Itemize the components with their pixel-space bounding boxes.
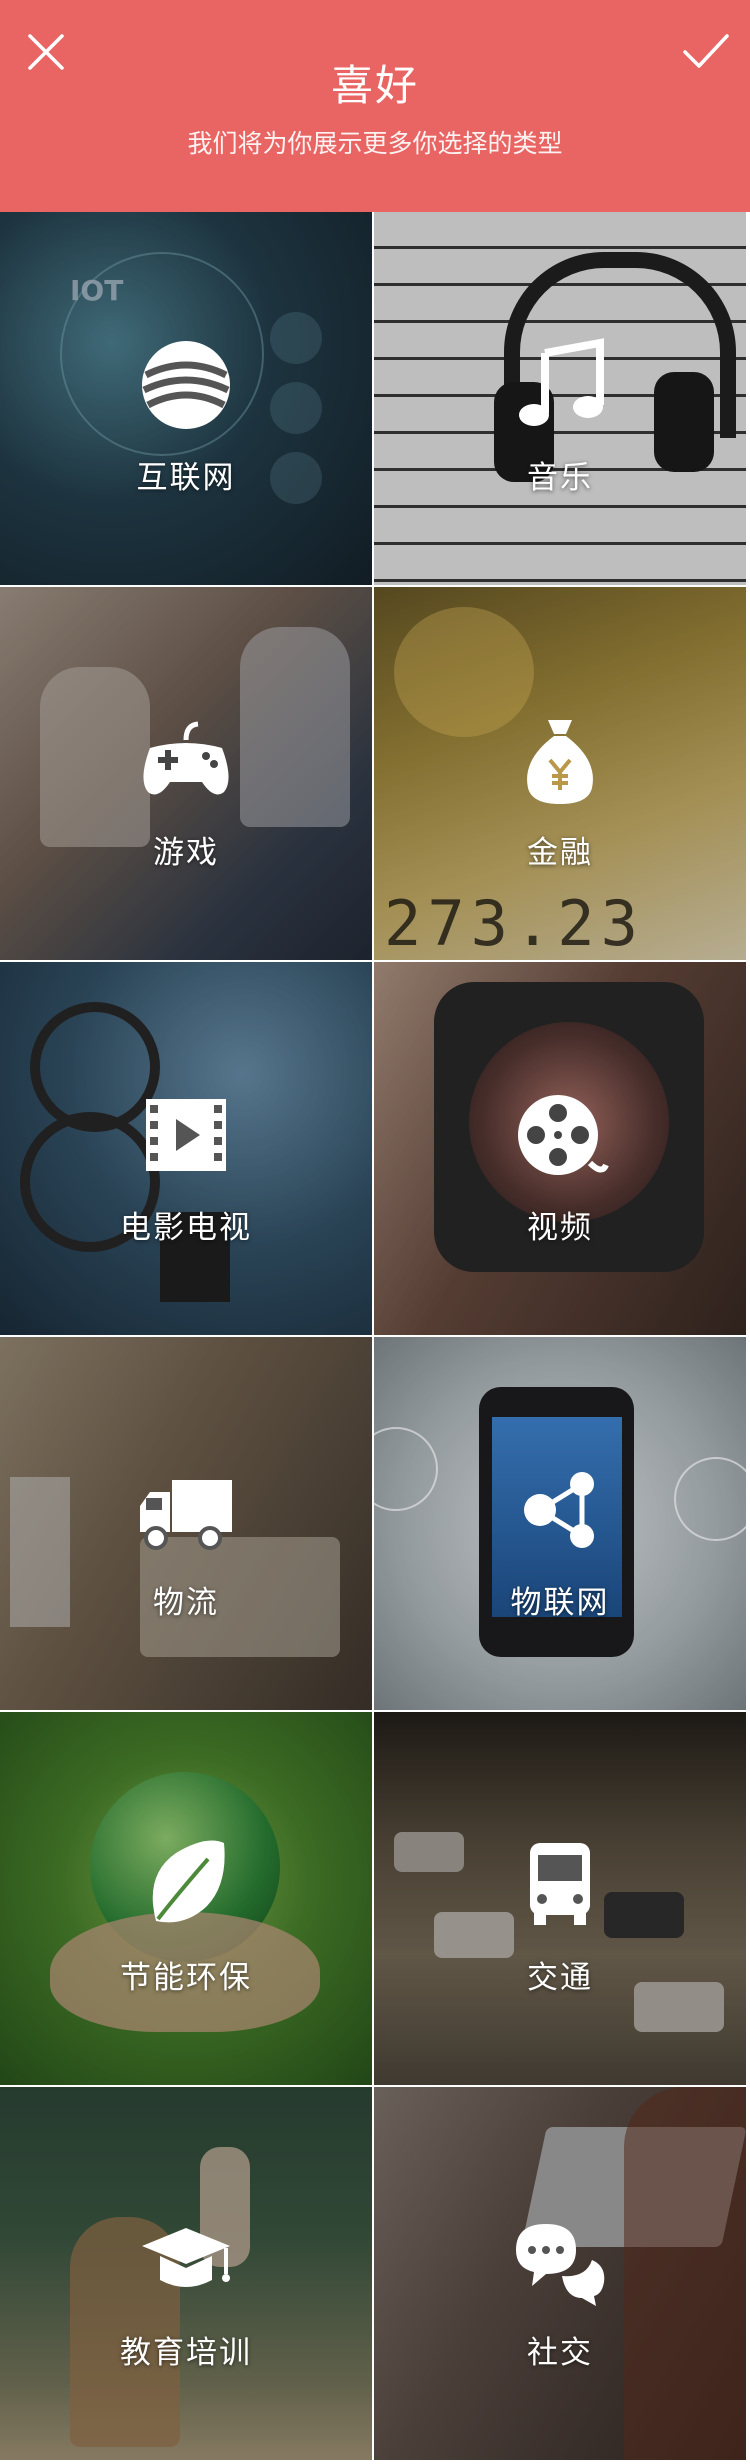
music-note-icon — [505, 330, 615, 440]
internet-globe-icon — [131, 330, 241, 440]
check-icon — [683, 34, 729, 68]
page-subtitle: 我们将为你展示更多你选择的类型 — [187, 129, 563, 158]
category-tile-film-tv[interactable]: 电影电视 — [0, 962, 372, 1335]
category-tile-video[interactable]: 视频 — [374, 962, 746, 1335]
network-nodes-icon — [505, 1455, 615, 1565]
category-label: 金融 — [527, 835, 593, 871]
page-title: 喜好 — [330, 61, 419, 110]
money-bag-yen-icon — [505, 705, 615, 815]
category-tile-social[interactable]: 社交 — [374, 2087, 746, 2460]
category-tile-education[interactable]: 教育培训 — [0, 2087, 372, 2460]
graduation-cap-icon — [131, 2205, 241, 2315]
category-label: 教育培训 — [120, 2335, 252, 2371]
category-tile-traffic[interactable]: 交通 — [374, 1712, 746, 2085]
gamepad-icon — [131, 705, 241, 815]
category-tile-finance[interactable]: 273.23 金融 — [374, 587, 746, 960]
delivery-truck-icon — [131, 1455, 241, 1565]
category-label: 节能环保 — [120, 1960, 252, 1996]
category-label: 视频 — [527, 1210, 593, 1246]
film-play-icon — [131, 1080, 241, 1190]
category-label: 物流 — [153, 1585, 219, 1621]
category-label: 游戏 — [153, 835, 219, 871]
category-label: 音乐 — [527, 460, 593, 496]
category-label: 交通 — [527, 1960, 593, 1996]
film-reel-icon — [505, 1080, 615, 1190]
category-label: 物联网 — [510, 1585, 610, 1621]
confirm-button[interactable] — [676, 22, 736, 82]
category-tile-iot[interactable]: 物联网 — [374, 1337, 746, 1710]
bus-icon — [505, 1830, 615, 1940]
category-label: 社交 — [527, 2335, 593, 2371]
header-bar: 喜好 我们将为你展示更多你选择的类型 — [0, 0, 750, 212]
category-label: 互联网 — [136, 460, 236, 496]
category-tile-logistics[interactable]: 物流 — [0, 1337, 372, 1710]
category-tile-music[interactable]: 音乐 — [374, 212, 746, 585]
leaf-icon — [131, 1830, 241, 1940]
category-tile-eco[interactable]: 节能环保 — [0, 1712, 372, 2085]
category-tile-internet[interactable]: IOT 互联网 — [0, 212, 372, 585]
category-tile-games[interactable]: 游戏 — [0, 587, 372, 960]
chat-bubbles-icon — [505, 2205, 615, 2315]
category-label: 电影电视 — [120, 1210, 252, 1246]
